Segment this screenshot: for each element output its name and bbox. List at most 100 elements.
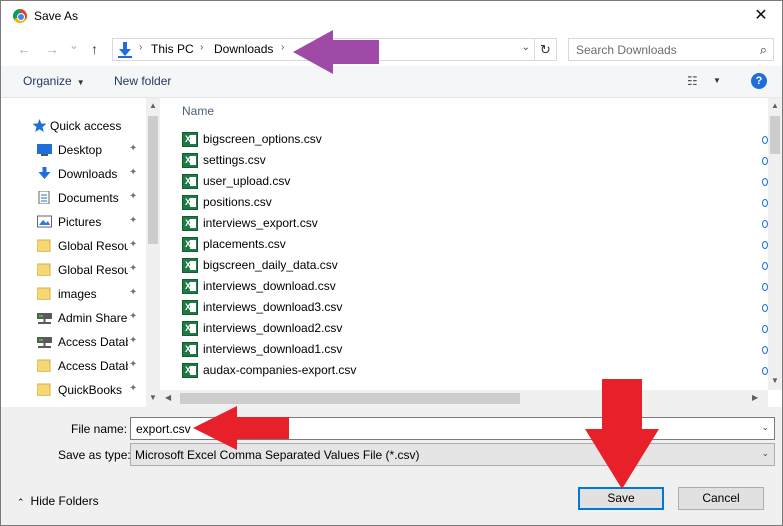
up-arrow-icon[interactable]: ↑ — [91, 41, 98, 57]
pin-icon: ✦ — [129, 191, 138, 202]
nav-item[interactable]: Global Resou ✦ — [1, 234, 146, 258]
file-row[interactable]: Xbigscreen_daily_data.csv — [160, 255, 768, 276]
organize-button[interactable]: Organize ▼ — [23, 74, 85, 88]
save-as-type-dropdown-icon[interactable]: ⌄ — [761, 448, 769, 459]
sync-status-icon — [762, 157, 768, 165]
nav-item[interactable]: QuickBooks ✦ — [1, 378, 146, 402]
file-row[interactable]: Xuser_upload.csv — [160, 171, 768, 192]
sync-status-icon — [762, 220, 768, 228]
scrollbar-thumb[interactable] — [148, 116, 158, 244]
organize-label: Organize — [23, 74, 72, 88]
file-list: Name ▲ ▼ ◀ ▶ Xbigscreen_options.csv Xsett… — [160, 98, 782, 407]
file-name: bigscreen_daily_data.csv — [203, 258, 338, 272]
excel-csv-file-icon: X — [182, 132, 198, 147]
file-name: placements.csv — [203, 237, 286, 251]
file-row[interactable]: Xpositions.csv — [160, 192, 768, 213]
file-row[interactable]: Xinterviews_download1.csv — [160, 339, 768, 360]
close-button[interactable]: ✕ — [750, 6, 772, 26]
file-row[interactable]: Xinterviews_download2.csv — [160, 318, 768, 339]
recent-locations-chevron-icon[interactable]: ⌄ — [69, 38, 79, 52]
pin-icon: ✦ — [129, 359, 138, 370]
file-list-vertical-scrollbar[interactable]: ▲ ▼ — [768, 98, 782, 390]
window-title: Save As — [34, 9, 79, 23]
sync-status-icon — [762, 262, 768, 270]
nav-item-label: Downloads — [58, 167, 118, 181]
breadcrumb-separator[interactable]: › — [200, 42, 203, 53]
scrollbar-thumb[interactable] — [770, 116, 780, 154]
scroll-down-arrow-icon[interactable]: ▼ — [149, 393, 157, 402]
file-row[interactable]: Xbigscreen_options.csv — [160, 129, 768, 150]
nav-item[interactable]: Quick access — [1, 114, 146, 138]
sync-status-icon — [762, 241, 768, 249]
breadcrumb-separator[interactable]: › — [139, 42, 142, 53]
scroll-left-arrow-icon[interactable]: ◀ — [165, 393, 171, 402]
cancel-button[interactable]: Cancel — [678, 487, 764, 510]
save-as-dialog: Save As ✕ ← → ⌄ ↑ › This PC › Downloads … — [0, 0, 783, 526]
nav-item-label: Desktop — [58, 143, 103, 157]
file-list-horizontal-scrollbar[interactable]: ◀ ▶ — [160, 390, 768, 407]
column-header-name[interactable]: Name — [182, 104, 214, 118]
address-dropdown-icon[interactable]: ⌄ — [522, 42, 530, 53]
file-row[interactable]: Xinterviews_download.csv — [160, 276, 768, 297]
nav-item[interactable]: Admin Share ✦ — [1, 306, 146, 330]
scroll-down-arrow-icon[interactable]: ▼ — [771, 376, 779, 385]
scroll-right-arrow-icon[interactable]: ▶ — [752, 393, 758, 402]
network-drive-icon — [37, 335, 52, 348]
save-button[interactable]: Save — [578, 487, 664, 510]
file-name-dropdown-icon[interactable]: ⌄ — [761, 422, 769, 433]
new-folder-button[interactable]: New folder — [114, 74, 171, 88]
save-as-type-select[interactable]: Microsoft Excel Comma Separated Values F… — [130, 443, 775, 466]
file-row[interactable]: Xplacements.csv — [160, 234, 768, 255]
nav-pane-scrollbar[interactable]: ▲ ▼ — [146, 98, 160, 407]
nav-item-label: Admin Share — [58, 311, 128, 325]
nav-item-label: Quick access — [50, 119, 122, 133]
nav-item[interactable]: Desktop ✦ — [1, 138, 146, 162]
nav-item[interactable]: images ✦ — [1, 282, 146, 306]
pin-icon: ✦ — [129, 311, 138, 322]
forward-arrow-icon[interactable]: → — [45, 41, 59, 57]
hide-folders-button[interactable]: ⌃ Hide Folders — [17, 494, 99, 508]
nav-item[interactable]: Pictures ✦ — [1, 210, 146, 234]
nav-item-label: Access Datab — [58, 359, 128, 373]
view-options-icon[interactable]: ☷ — [687, 74, 698, 88]
back-arrow-icon[interactable]: ← — [17, 41, 31, 57]
refresh-icon[interactable]: ↻ — [534, 39, 556, 60]
hide-folders-label: Hide Folders — [30, 494, 99, 508]
file-name-input[interactable] — [136, 421, 736, 436]
file-row[interactable]: Xsettings.csv — [160, 150, 768, 171]
breadcrumb-separator[interactable]: › — [281, 42, 284, 53]
nav-item[interactable]: Access Datab ✦ — [1, 354, 146, 378]
scroll-up-arrow-icon[interactable]: ▲ — [149, 101, 157, 110]
file-row[interactable]: Xaudax-companies-export.csv — [160, 360, 768, 381]
file-row[interactable]: Xinterviews_export.csv — [160, 213, 768, 234]
nav-item[interactable]: Global Resou ✦ — [1, 258, 146, 282]
save-as-type-label: Save as type: — [58, 448, 131, 462]
file-row[interactable]: Xinterviews_download3.csv — [160, 297, 768, 318]
help-icon[interactable]: ? — [751, 73, 767, 89]
nav-item[interactable]: Access Datab ✦ — [1, 330, 146, 354]
search-box[interactable]: ⌕ — [568, 38, 774, 61]
navigation-pane: QuickBooks ✦ Access Datab ✦ Access Datab ✦ Adm… — [1, 98, 160, 407]
pin-icon: ✦ — [129, 287, 138, 298]
file-name: interviews_download1.csv — [203, 342, 343, 356]
nav-item[interactable]: Documents ✦ — [1, 186, 146, 210]
search-icon[interactable]: ⌕ — [760, 42, 767, 58]
file-name-combobox[interactable]: ⌄ — [130, 417, 775, 440]
excel-csv-file-icon: X — [182, 237, 198, 252]
chevron-up-icon: ⌃ — [17, 497, 25, 507]
breadcrumb-downloads[interactable]: Downloads — [214, 42, 273, 56]
nav-item-label: Global Resou — [58, 239, 128, 253]
sync-status-icon — [762, 304, 768, 312]
save-options-panel: File name: ⌄ Save as type: Microsoft Exc… — [1, 407, 782, 525]
excel-csv-file-icon: X — [182, 195, 198, 210]
scroll-up-arrow-icon[interactable]: ▲ — [771, 101, 779, 110]
nav-item[interactable]: Downloads ✦ — [1, 162, 146, 186]
scrollbar-thumb[interactable] — [180, 393, 520, 404]
excel-csv-file-icon: X — [182, 321, 198, 336]
excel-csv-file-icon: X — [182, 153, 198, 168]
breadcrumb-this-pc[interactable]: This PC — [151, 42, 194, 56]
file-name: interviews_download.csv — [203, 279, 336, 293]
view-caret-down-icon[interactable]: ▼ — [713, 76, 721, 85]
address-bar[interactable]: › This PC › Downloads › ⌄ ↻ — [112, 38, 557, 61]
search-input[interactable] — [576, 42, 746, 57]
